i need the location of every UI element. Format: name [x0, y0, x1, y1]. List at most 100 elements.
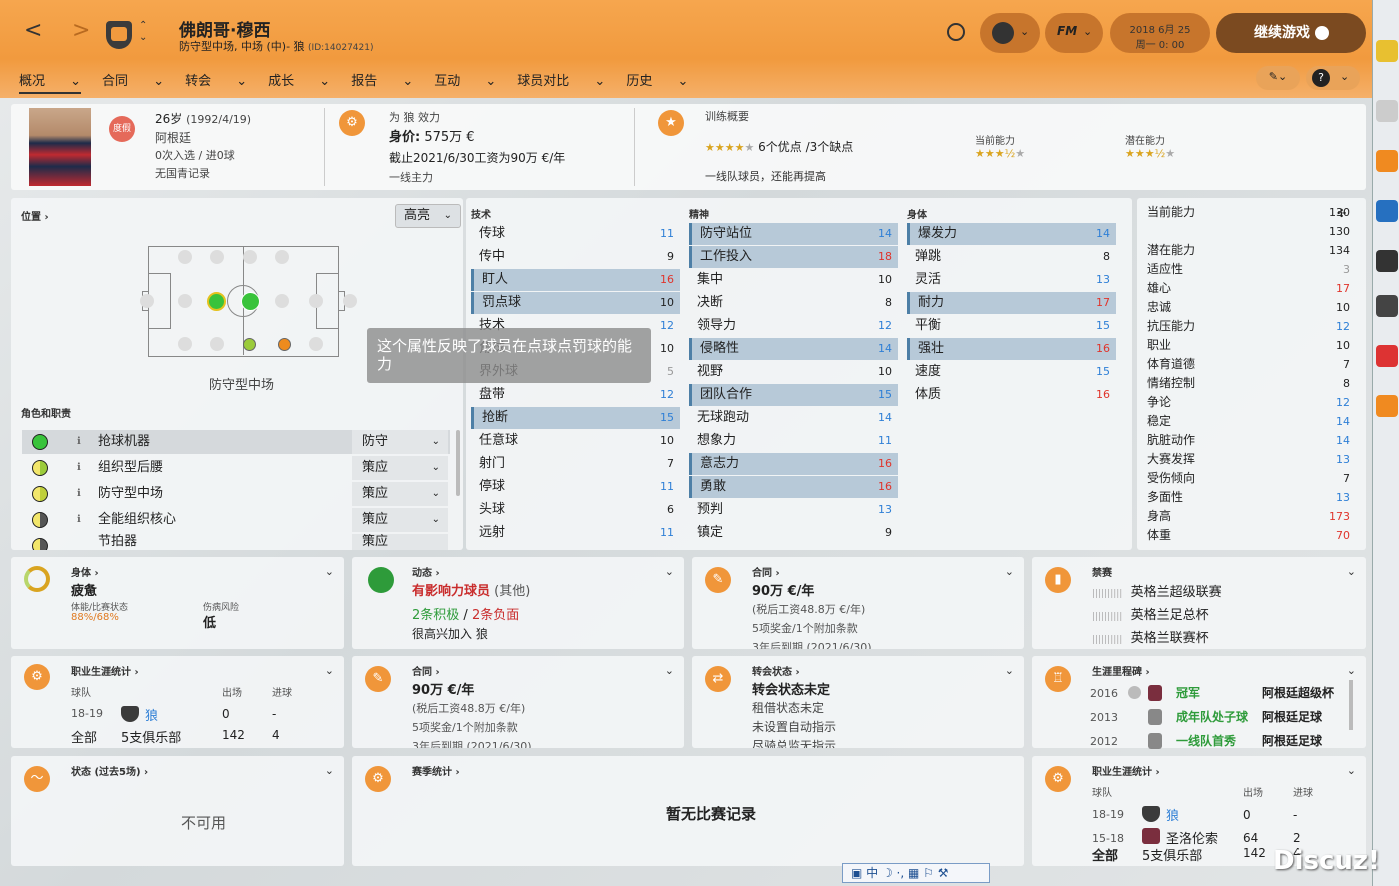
- condition-state: 疲惫: [71, 584, 98, 599]
- tab-contract[interactable]: 合同 ⌄: [102, 74, 164, 89]
- milestones-scrollbar[interactable]: [1349, 680, 1353, 730]
- attribute-row[interactable]: 传球 11: [471, 223, 680, 245]
- attribute-row[interactable]: 工作投入 18: [689, 246, 898, 268]
- ime-toolbar[interactable]: ▣ 中 ☽ ·, ▦ ⚐ ⚒: [842, 863, 990, 883]
- attribute-row[interactable]: 爆发力 14: [907, 223, 1116, 245]
- dynamics-card[interactable]: 动态 › 有影响力球员 (其他) 2条积极 / 2条负面 很高兴加入 狼 ⌄: [352, 557, 684, 649]
- attribute-row[interactable]: 灵活 13: [907, 269, 1116, 291]
- fm-menu-button[interactable]: FM ⌄: [1045, 13, 1103, 53]
- attribute-row[interactable]: 预判 13: [689, 499, 898, 521]
- attribute-row[interactable]: 集中 10: [689, 269, 898, 291]
- attribute-row[interactable]: 侵略性 14: [689, 338, 898, 360]
- tab-history[interactable]: 历史 ⌄: [626, 74, 688, 89]
- season-stats-card[interactable]: ⚙ 赛季统计 › 暂无比赛记录: [352, 756, 1024, 866]
- chevron-down-icon[interactable]: ⌄: [1347, 565, 1356, 578]
- attribute-row[interactable]: 意志力 16: [689, 453, 898, 475]
- edit-button[interactable]: ✎⌄: [1256, 66, 1300, 90]
- forward-button[interactable]: >: [72, 18, 90, 43]
- attribute-row[interactable]: 团队合作 15: [689, 384, 898, 406]
- highlight-select[interactable]: 高亮 ⌄: [395, 204, 461, 228]
- form-card[interactable]: 〜 状态 (过去5场) › 不可用 ⌄: [11, 756, 344, 866]
- career-stats-card[interactable]: ⚙ 职业生涯统计 › 球队 出场 进球 18-19 狼 0 - 全部 5支俱乐部…: [11, 656, 344, 748]
- info-icon: ℹ: [77, 514, 81, 525]
- attribute-row[interactable]: 罚点球 10: [471, 292, 680, 314]
- chevron-down-icon[interactable]: ⌄: [665, 664, 674, 677]
- date-display[interactable]: 2018 6月 25 周一 0: 00: [1110, 13, 1210, 53]
- tab-compare[interactable]: 球员对比 ⌄: [517, 74, 605, 89]
- tab-overview[interactable]: 概况 ⌄: [19, 74, 82, 94]
- attribute-row[interactable]: 视野 10: [689, 361, 898, 383]
- attribute-row[interactable]: 决断 8: [689, 292, 898, 314]
- duty-select[interactable]: 策应 ⌄: [352, 456, 448, 480]
- milestones-card[interactable]: ♖ 生涯里程碑 › 2016 冠军 阿根廷超级杯 2013 成年队处子球 阿根廷足球 2…: [1032, 656, 1366, 749]
- duty-select[interactable]: 策应: [352, 534, 448, 550]
- info-row: 体重 70: [1147, 526, 1350, 545]
- duty-select[interactable]: 策应 ⌄: [352, 482, 448, 506]
- ban-card[interactable]: ▮ 禁赛 |||||||||| 英格兰超级联赛 |||||||||| 英格兰足总…: [1032, 557, 1366, 649]
- transfer-card[interactable]: ⇄ 转会状态 › 转会状态未定 租借状态未定 未设置自动指示 尽骑总监无指示 ⌄: [692, 656, 1024, 748]
- attribute-row[interactable]: 勇敢 16: [689, 476, 898, 498]
- body-card[interactable]: 身体 › 疲惫 体能/比赛状态 88%/68% 伤病风险 低 ⌄: [11, 557, 344, 649]
- attribute-row[interactable]: 平衡 15: [907, 315, 1116, 337]
- star-icon: ★: [658, 110, 684, 136]
- chevron-down-icon[interactable]: ⌄: [1347, 664, 1356, 677]
- attribute-row[interactable]: 速度 15: [907, 361, 1116, 383]
- attribute-row[interactable]: 体质 16: [907, 384, 1116, 406]
- pen-icon: ✎: [365, 666, 391, 692]
- ball-icon: ⚙: [24, 664, 50, 690]
- attribute-name: 视野: [697, 364, 724, 379]
- position-title[interactable]: 位置 ›: [21, 208, 49, 223]
- squad-status: 一线主力: [389, 171, 433, 184]
- attribute-row[interactable]: 镇定 9: [689, 522, 898, 544]
- attribute-row[interactable]: 领导力 12: [689, 315, 898, 337]
- tech-title: 技术: [471, 210, 491, 221]
- continue-button[interactable]: 继续游戏: [1216, 13, 1366, 53]
- attribute-row[interactable]: 防守站位 14: [689, 223, 898, 245]
- attribute-row[interactable]: 传中 9: [471, 246, 680, 268]
- club-crest-icon[interactable]: [106, 21, 132, 49]
- search-icon[interactable]: [947, 23, 965, 41]
- help-button[interactable]: ? ⌄: [1306, 66, 1360, 90]
- role-row[interactable]: ℹ 全能组织核心 策应 ⌄: [22, 508, 450, 532]
- world-menu-button[interactable]: ⌄: [980, 13, 1040, 53]
- top-bar: < > ⌃ ⌄ 佛朗哥·穆西 防守型中场, 中场 (中)- 狼 (ID:14027…: [0, 0, 1372, 98]
- role-row[interactable]: ℹ 组织型后腰 策应 ⌄: [22, 456, 450, 480]
- attribute-row[interactable]: 盯人 16: [471, 269, 680, 291]
- attribute-row[interactable]: 射门 7: [471, 453, 680, 475]
- chevron-down-icon[interactable]: ⌄: [325, 664, 334, 677]
- attribute-row[interactable]: 想象力 11: [689, 430, 898, 452]
- attribute-row[interactable]: 头球 6: [471, 499, 680, 521]
- chevron-down-icon[interactable]: ⌄: [1005, 664, 1014, 677]
- role-row[interactable]: ℹ 抢球机器 防守 ⌄: [22, 430, 450, 454]
- player-switch-icon[interactable]: ⌃ ⌄: [139, 20, 147, 44]
- chevron-down-icon[interactable]: ⌄: [325, 565, 334, 578]
- attribute-row[interactable]: 无球跑动 14: [689, 407, 898, 429]
- chevron-down-icon[interactable]: ⌄: [1005, 565, 1014, 578]
- tab-development[interactable]: 成长 ⌄: [268, 74, 330, 89]
- attribute-row[interactable]: 耐力 17: [907, 292, 1116, 314]
- roles-scrollbar[interactable]: [456, 430, 460, 496]
- attribute-row[interactable]: 弹跳 8: [907, 246, 1116, 268]
- tab-interaction[interactable]: 互动 ⌄: [434, 74, 496, 89]
- back-button[interactable]: <: [24, 18, 42, 43]
- attribute-row[interactable]: 停球 11: [471, 476, 680, 498]
- info-value: 173: [1329, 510, 1350, 523]
- card-title: 生涯里程碑 ›: [1092, 667, 1150, 678]
- attribute-row[interactable]: 盘带 12: [471, 384, 680, 406]
- chevron-down-icon[interactable]: ⌄: [665, 565, 674, 578]
- attribute-row[interactable]: 任意球 10: [471, 430, 680, 452]
- chevron-down-icon[interactable]: ⌄: [325, 764, 334, 777]
- role-row[interactable]: ℹ 防守型中场 策应 ⌄: [22, 482, 450, 506]
- attribute-row[interactable]: 强壮 16: [907, 338, 1116, 360]
- duty-select[interactable]: 策应 ⌄: [352, 508, 448, 532]
- tab-transfer[interactable]: 转会 ⌄: [185, 74, 247, 89]
- tab-reports[interactable]: 报告 ⌄: [351, 74, 413, 89]
- duty-select[interactable]: 防守 ⌄: [352, 430, 448, 454]
- contract-card-2[interactable]: ✎ 合同 › 90万 €/年 (税后工资48.8万 €/年) 5项奖金/1个附加…: [352, 656, 684, 748]
- role-row[interactable]: 节拍器 策应: [22, 534, 450, 550]
- attribute-row[interactable]: 抢断 15: [471, 407, 680, 429]
- chevron-down-icon[interactable]: ⌄: [1347, 764, 1356, 777]
- trophy-icon: ♖: [1045, 666, 1071, 692]
- contract-card[interactable]: ✎ 合同 › 90万 €/年 (税后工资48.8万 €/年) 5项奖金/1个附加…: [692, 557, 1024, 649]
- attribute-row[interactable]: 远射 11: [471, 522, 680, 544]
